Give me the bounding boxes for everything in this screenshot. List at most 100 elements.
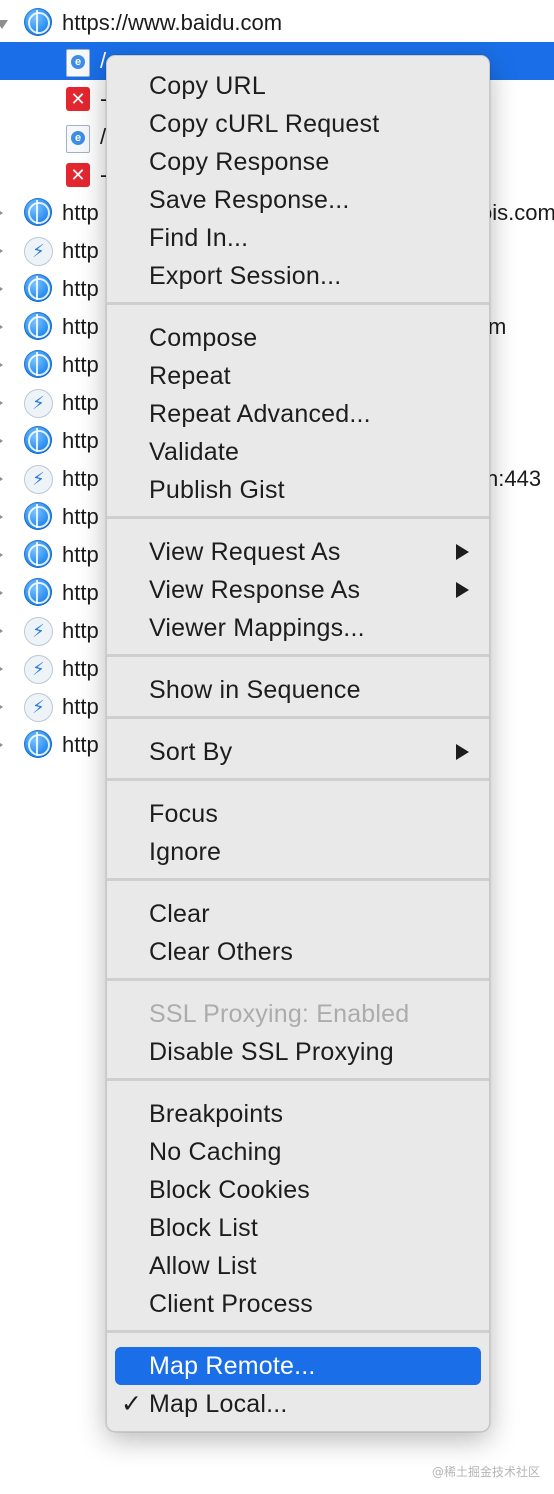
globe-icon	[24, 198, 52, 226]
menu-item-label: Block List	[149, 1214, 258, 1242]
menu-item-label: Sort By	[149, 738, 233, 766]
menu-item-label: Breakpoints	[149, 1100, 284, 1128]
host-url-tail: ois.com	[480, 200, 554, 225]
menu-item-repeat-advanced[interactable]: Repeat Advanced...	[115, 395, 481, 433]
menu-item-export-session[interactable]: Export Session...	[115, 257, 481, 295]
disclosure-closed-icon[interactable]	[0, 511, 3, 523]
host-url: http	[62, 238, 99, 263]
menu-item-allow-list[interactable]: Allow List	[115, 1247, 481, 1285]
menu-item-label: Copy Response	[149, 148, 330, 176]
host-url: https://www.baidu.com	[62, 10, 283, 35]
menu-item-map-remote[interactable]: Map Remote...	[115, 1347, 481, 1385]
menu-item-map-local[interactable]: ✓ Map Local...	[115, 1385, 481, 1423]
menu-item-label: Show in Sequence	[149, 676, 361, 704]
disclosure-closed-icon[interactable]	[0, 549, 3, 561]
menu-item-save-response[interactable]: Save Response...	[115, 181, 481, 219]
menu-item-label: Copy cURL Request	[149, 110, 380, 138]
host-url: http	[62, 200, 99, 225]
menu-item-label: Export Session...	[149, 262, 342, 290]
disclosure-closed-icon[interactable]	[0, 435, 3, 447]
host-url: http	[62, 656, 99, 681]
disclosure-closed-icon[interactable]	[0, 625, 3, 637]
menu-item-show-in-sequence[interactable]: Show in Sequence	[115, 671, 481, 709]
host-url-tail: n:443	[486, 466, 542, 491]
bolt-icon: ⚡	[24, 237, 53, 266]
bolt-icon: ⚡	[24, 693, 53, 722]
menu-item-clear-others[interactable]: Clear Others	[115, 933, 481, 971]
menu-item-publish-gist[interactable]: Publish Gist	[115, 471, 481, 509]
menu-item-label: Validate	[149, 438, 240, 466]
menu-item-ignore[interactable]: Ignore	[115, 833, 481, 871]
menu-item-label: SSL Proxying: Enabled	[149, 1000, 410, 1028]
disclosure-closed-icon[interactable]	[0, 283, 3, 295]
menu-item-breakpoints[interactable]: Breakpoints	[115, 1095, 481, 1133]
document-icon	[66, 49, 90, 77]
globe-icon	[24, 730, 52, 758]
menu-item-no-caching[interactable]: No Caching	[115, 1133, 481, 1171]
error-icon: ✕	[66, 163, 90, 187]
menu-separator	[107, 302, 489, 305]
menu-item-label: Publish Gist	[149, 476, 285, 504]
disclosure-open-icon[interactable]	[0, 20, 8, 29]
menu-separator	[107, 516, 489, 519]
disclosure-closed-icon[interactable]	[0, 207, 3, 219]
menu-item-view-request-as[interactable]: View Request As	[115, 533, 481, 571]
menu-item-label: Focus	[149, 800, 219, 828]
bolt-icon: ⚡	[24, 655, 53, 684]
menu-item-repeat[interactable]: Repeat	[115, 357, 481, 395]
menu-item-label: Disable SSL Proxying	[149, 1038, 394, 1066]
globe-icon	[24, 350, 52, 378]
bolt-icon: ⚡	[24, 465, 53, 494]
disclosure-closed-icon[interactable]	[0, 473, 3, 485]
menu-item-sort-by[interactable]: Sort By	[115, 733, 481, 771]
menu-item-find-in[interactable]: Find In...	[115, 219, 481, 257]
menu-item-view-response-as[interactable]: View Response As	[115, 571, 481, 609]
disclosure-closed-icon[interactable]	[0, 245, 3, 257]
menu-item-validate[interactable]: Validate	[115, 433, 481, 471]
disclosure-closed-icon[interactable]	[0, 587, 3, 599]
menu-item-label: Map Remote...	[149, 1352, 316, 1380]
menu-separator	[107, 878, 489, 881]
bolt-icon: ⚡	[24, 617, 53, 646]
menu-separator	[107, 1330, 489, 1333]
menu-item-block-cookies[interactable]: Block Cookies	[115, 1171, 481, 1209]
disclosure-closed-icon[interactable]	[0, 321, 3, 333]
disclosure-closed-icon[interactable]	[0, 359, 3, 371]
menu-item-copy-curl-request[interactable]: Copy cURL Request	[115, 105, 481, 143]
menu-item-label: Save Response...	[149, 186, 350, 214]
menu-item-copy-response[interactable]: Copy Response	[115, 143, 481, 181]
menu-item-block-list[interactable]: Block List	[115, 1209, 481, 1247]
host-url: http	[62, 732, 99, 757]
menu-item-disable-ssl-proxying[interactable]: Disable SSL Proxying	[115, 1033, 481, 1071]
disclosure-closed-icon[interactable]	[0, 397, 3, 409]
menu-item-label: Clear	[149, 900, 210, 928]
disclosure-closed-icon[interactable]	[0, 739, 3, 751]
menu-item-focus[interactable]: Focus	[115, 795, 481, 833]
menu-item-ssl-proxying-status: SSL Proxying: Enabled	[115, 995, 481, 1033]
globe-icon	[24, 578, 52, 606]
menu-item-label: Find In...	[149, 224, 249, 252]
globe-icon	[24, 540, 52, 568]
host-row-baidu[interactable]: https://www.baidu.com	[0, 4, 554, 42]
menu-item-label: Block Cookies	[149, 1176, 310, 1204]
menu-item-label: Ignore	[149, 838, 222, 866]
host-url: http	[62, 352, 99, 377]
watermark: @稀土掘金技术社区	[431, 1465, 540, 1479]
error-icon: ✕	[66, 87, 90, 111]
menu-item-label: Allow List	[149, 1252, 257, 1280]
menu-separator	[107, 1078, 489, 1081]
menu-item-label: View Request As	[149, 538, 341, 566]
menu-item-label: Compose	[149, 324, 258, 352]
menu-item-copy-url[interactable]: Copy URL	[115, 67, 481, 105]
bolt-icon: ⚡	[24, 389, 53, 418]
host-url: http	[62, 390, 99, 415]
menu-item-compose[interactable]: Compose	[115, 319, 481, 357]
menu-item-clear[interactable]: Clear	[115, 895, 481, 933]
disclosure-closed-icon[interactable]	[0, 701, 3, 713]
host-url: http	[62, 314, 99, 339]
disclosure-closed-icon[interactable]	[0, 663, 3, 675]
menu-item-client-process[interactable]: Client Process	[115, 1285, 481, 1323]
context-menu: Copy URL Copy cURL Request Copy Response…	[106, 55, 490, 1432]
menu-item-viewer-mappings[interactable]: Viewer Mappings...	[115, 609, 481, 647]
submenu-arrow-icon	[456, 582, 469, 598]
